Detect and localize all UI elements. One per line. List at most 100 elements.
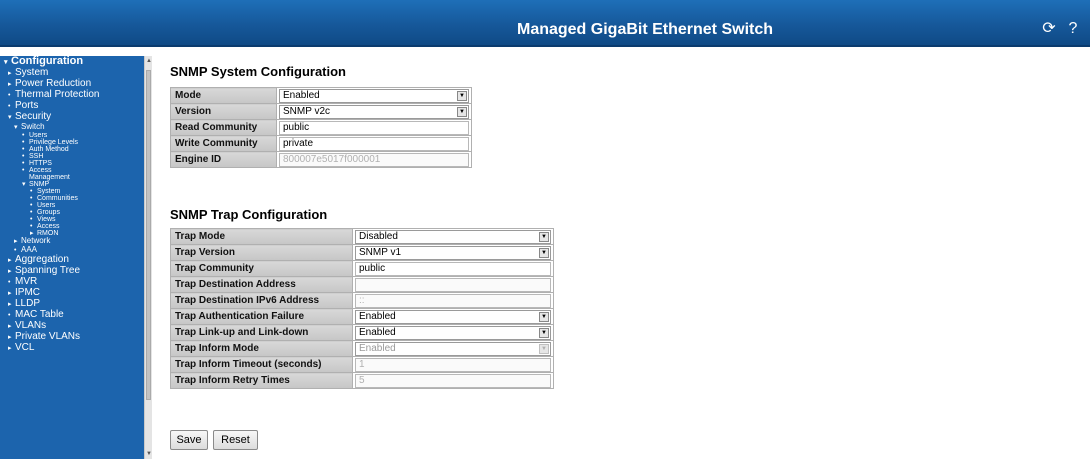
sidebar-item-label: Network [21, 236, 51, 245]
trap-inform-mode-select[interactable]: Enabled ▼ [355, 341, 551, 356]
sidebar-item-views[interactable]: • Views [0, 216, 152, 223]
trap-dest-address-input[interactable] [355, 277, 551, 292]
sidebar-item-communities[interactable]: • Communities [0, 195, 152, 202]
sidebar-item-label: Privilege Levels [29, 139, 79, 146]
tree-marker-icon: • [22, 132, 25, 139]
top-banner: Managed GigaBit Ethernet Switch ⟳ ? [0, 0, 1090, 47]
table-row: Engine ID 800007e5017f000001 [170, 151, 472, 168]
tree-marker-icon: • [30, 188, 33, 195]
chevron-down-icon: ▼ [539, 327, 549, 338]
save-button[interactable]: Save [170, 430, 208, 450]
scrollbar-thumb[interactable] [146, 70, 151, 400]
tree-marker-icon: ▸ [8, 334, 12, 341]
help-icon[interactable]: ? [1064, 20, 1082, 38]
sidebar-item-label: SSH [29, 153, 44, 160]
tree-marker-icon: ▾ [4, 59, 8, 66]
trap-inform-retry-input[interactable]: 5 [355, 373, 551, 388]
tree-marker-icon: ▾ [14, 124, 18, 131]
sidebar-scrollbar[interactable]: ▲ ▼ [144, 56, 152, 459]
table-row: Trap Inform Timeout (seconds) 1 [170, 356, 554, 373]
tree-marker-icon: ▸ [14, 238, 18, 245]
table-row: Write Community private [170, 135, 472, 152]
tree-marker-icon: ▸ [8, 290, 12, 297]
tree-marker-icon: • [8, 312, 11, 319]
sidebar-item-users[interactable]: • Users [0, 132, 152, 139]
tree-marker-icon: • [22, 146, 25, 153]
mode-select[interactable]: Enabled ▼ [279, 88, 469, 103]
system-config-heading: SNMP System Configuration [170, 64, 347, 79]
chevron-down-icon: ▼ [539, 343, 549, 354]
sidebar-item-label: Views [37, 216, 56, 223]
sidebar-item-label: Spanning Tree [15, 265, 81, 276]
tree-marker-icon: • [22, 153, 25, 160]
sidebar-item-label: AAA [21, 245, 38, 254]
sidebar-item-label: Users [29, 132, 48, 139]
trap-config-heading: SNMP Trap Configuration [170, 207, 328, 222]
nav-tree: ▾ Configuration ▸ System ▸ Power Reduction • Th… [0, 56, 152, 354]
trap-community-input[interactable]: public [355, 261, 551, 276]
tree-marker-icon: • [8, 92, 11, 99]
sidebar-item-auth-method[interactable]: • Auth Method [0, 146, 152, 153]
sidebar-item-label: MVR [15, 276, 38, 287]
sidebar-item-label: SNMP [29, 181, 50, 188]
system-config-table: Mode Enabled ▼ Version SNMP v2c ▼ Read Com… [170, 87, 472, 168]
reset-button[interactable]: Reset [213, 430, 258, 450]
tree-marker-icon: • [8, 279, 11, 286]
refresh-icon[interactable]: ⟳ [1040, 20, 1058, 38]
sidebar-item-label: Aggregation [15, 254, 69, 265]
table-row: Trap Mode Disabled ▼ [170, 228, 554, 245]
scroll-down-icon[interactable]: ▼ [146, 451, 152, 457]
scroll-up-icon[interactable]: ▲ [146, 58, 152, 64]
table-row: Version SNMP v2c ▼ [170, 103, 472, 120]
tree-marker-icon: ▾ [22, 181, 26, 188]
chevron-down-icon: ▼ [457, 90, 467, 101]
table-row: Trap Destination IPv6 Address :: [170, 292, 554, 309]
tree-marker-icon: • [30, 195, 33, 202]
sidebar-item-vcl[interactable]: ▸ VCL [0, 343, 152, 354]
sidebar-item-https[interactable]: • HTTPS [0, 160, 152, 167]
tree-marker-icon: • [22, 167, 25, 174]
sidebar-item-groups[interactable]: • Groups [0, 209, 152, 216]
trap-dest-address-label: Trap Destination Address [170, 276, 353, 293]
trap-auth-failure-select-value: Enabled [359, 310, 396, 322]
trap-mode-select-value: Disabled [359, 230, 398, 242]
version-select-value: SNMP v2c [283, 105, 331, 117]
version-select[interactable]: SNMP v2c ▼ [279, 104, 469, 119]
sidebar-item-switch[interactable]: ▾ Switch [0, 123, 152, 132]
sidebar-item-management[interactable]: Management [0, 174, 152, 181]
chevron-down-icon: ▼ [457, 106, 467, 117]
write-community-input[interactable]: private [279, 136, 469, 151]
trap-link-updown-select-value: Enabled [359, 326, 396, 338]
trap-community-label: Trap Community [170, 260, 353, 277]
trap-inform-timeout-label: Trap Inform Timeout (seconds) [170, 356, 353, 373]
sidebar-item-label: Configuration [11, 56, 84, 67]
trap-mode-select[interactable]: Disabled ▼ [355, 229, 551, 244]
engine-id-input[interactable]: 800007e5017f000001 [279, 152, 469, 167]
sidebar-item-system[interactable]: • System [0, 188, 152, 195]
sidebar-item-label: Power Reduction [15, 78, 92, 89]
trap-dest-ipv6-input[interactable]: :: [355, 293, 551, 308]
sidebar-item-access[interactable]: • Access [0, 223, 152, 230]
trap-inform-timeout-input[interactable]: 1 [355, 357, 551, 372]
sidebar-item-access[interactable]: • Access [0, 167, 152, 174]
trap-link-updown-select[interactable]: Enabled ▼ [355, 325, 551, 340]
trap-mode-label: Trap Mode [170, 228, 353, 245]
tree-marker-icon: ▸ [8, 70, 12, 77]
read-community-label: Read Community [170, 119, 277, 136]
sidebar-item-label: LLDP [15, 298, 41, 309]
trap-link-updown-label: Trap Link-up and Link-down [170, 324, 353, 341]
sidebar-item-privilege-levels[interactable]: • Privilege Levels [0, 139, 152, 146]
sidebar-item-snmp[interactable]: ▾ SNMP [0, 181, 152, 188]
sidebar-item-label: System [37, 188, 61, 195]
sidebar-item-users[interactable]: • Users [0, 202, 152, 209]
sidebar-item-ssh[interactable]: • SSH [0, 153, 152, 160]
trap-auth-failure-select[interactable]: Enabled ▼ [355, 309, 551, 324]
tree-marker-icon: ▸ [8, 268, 12, 275]
trap-inform-mode-label: Trap Inform Mode [170, 340, 353, 357]
trap-version-select[interactable]: SNMP v1 ▼ [355, 245, 551, 260]
sidebar-item-label: Ports [15, 100, 39, 111]
trap-version-label: Trap Version [170, 244, 353, 261]
version-label: Version [170, 103, 277, 120]
app-title: Managed GigaBit Ethernet Switch [516, 21, 774, 38]
read-community-input[interactable]: public [279, 120, 469, 135]
